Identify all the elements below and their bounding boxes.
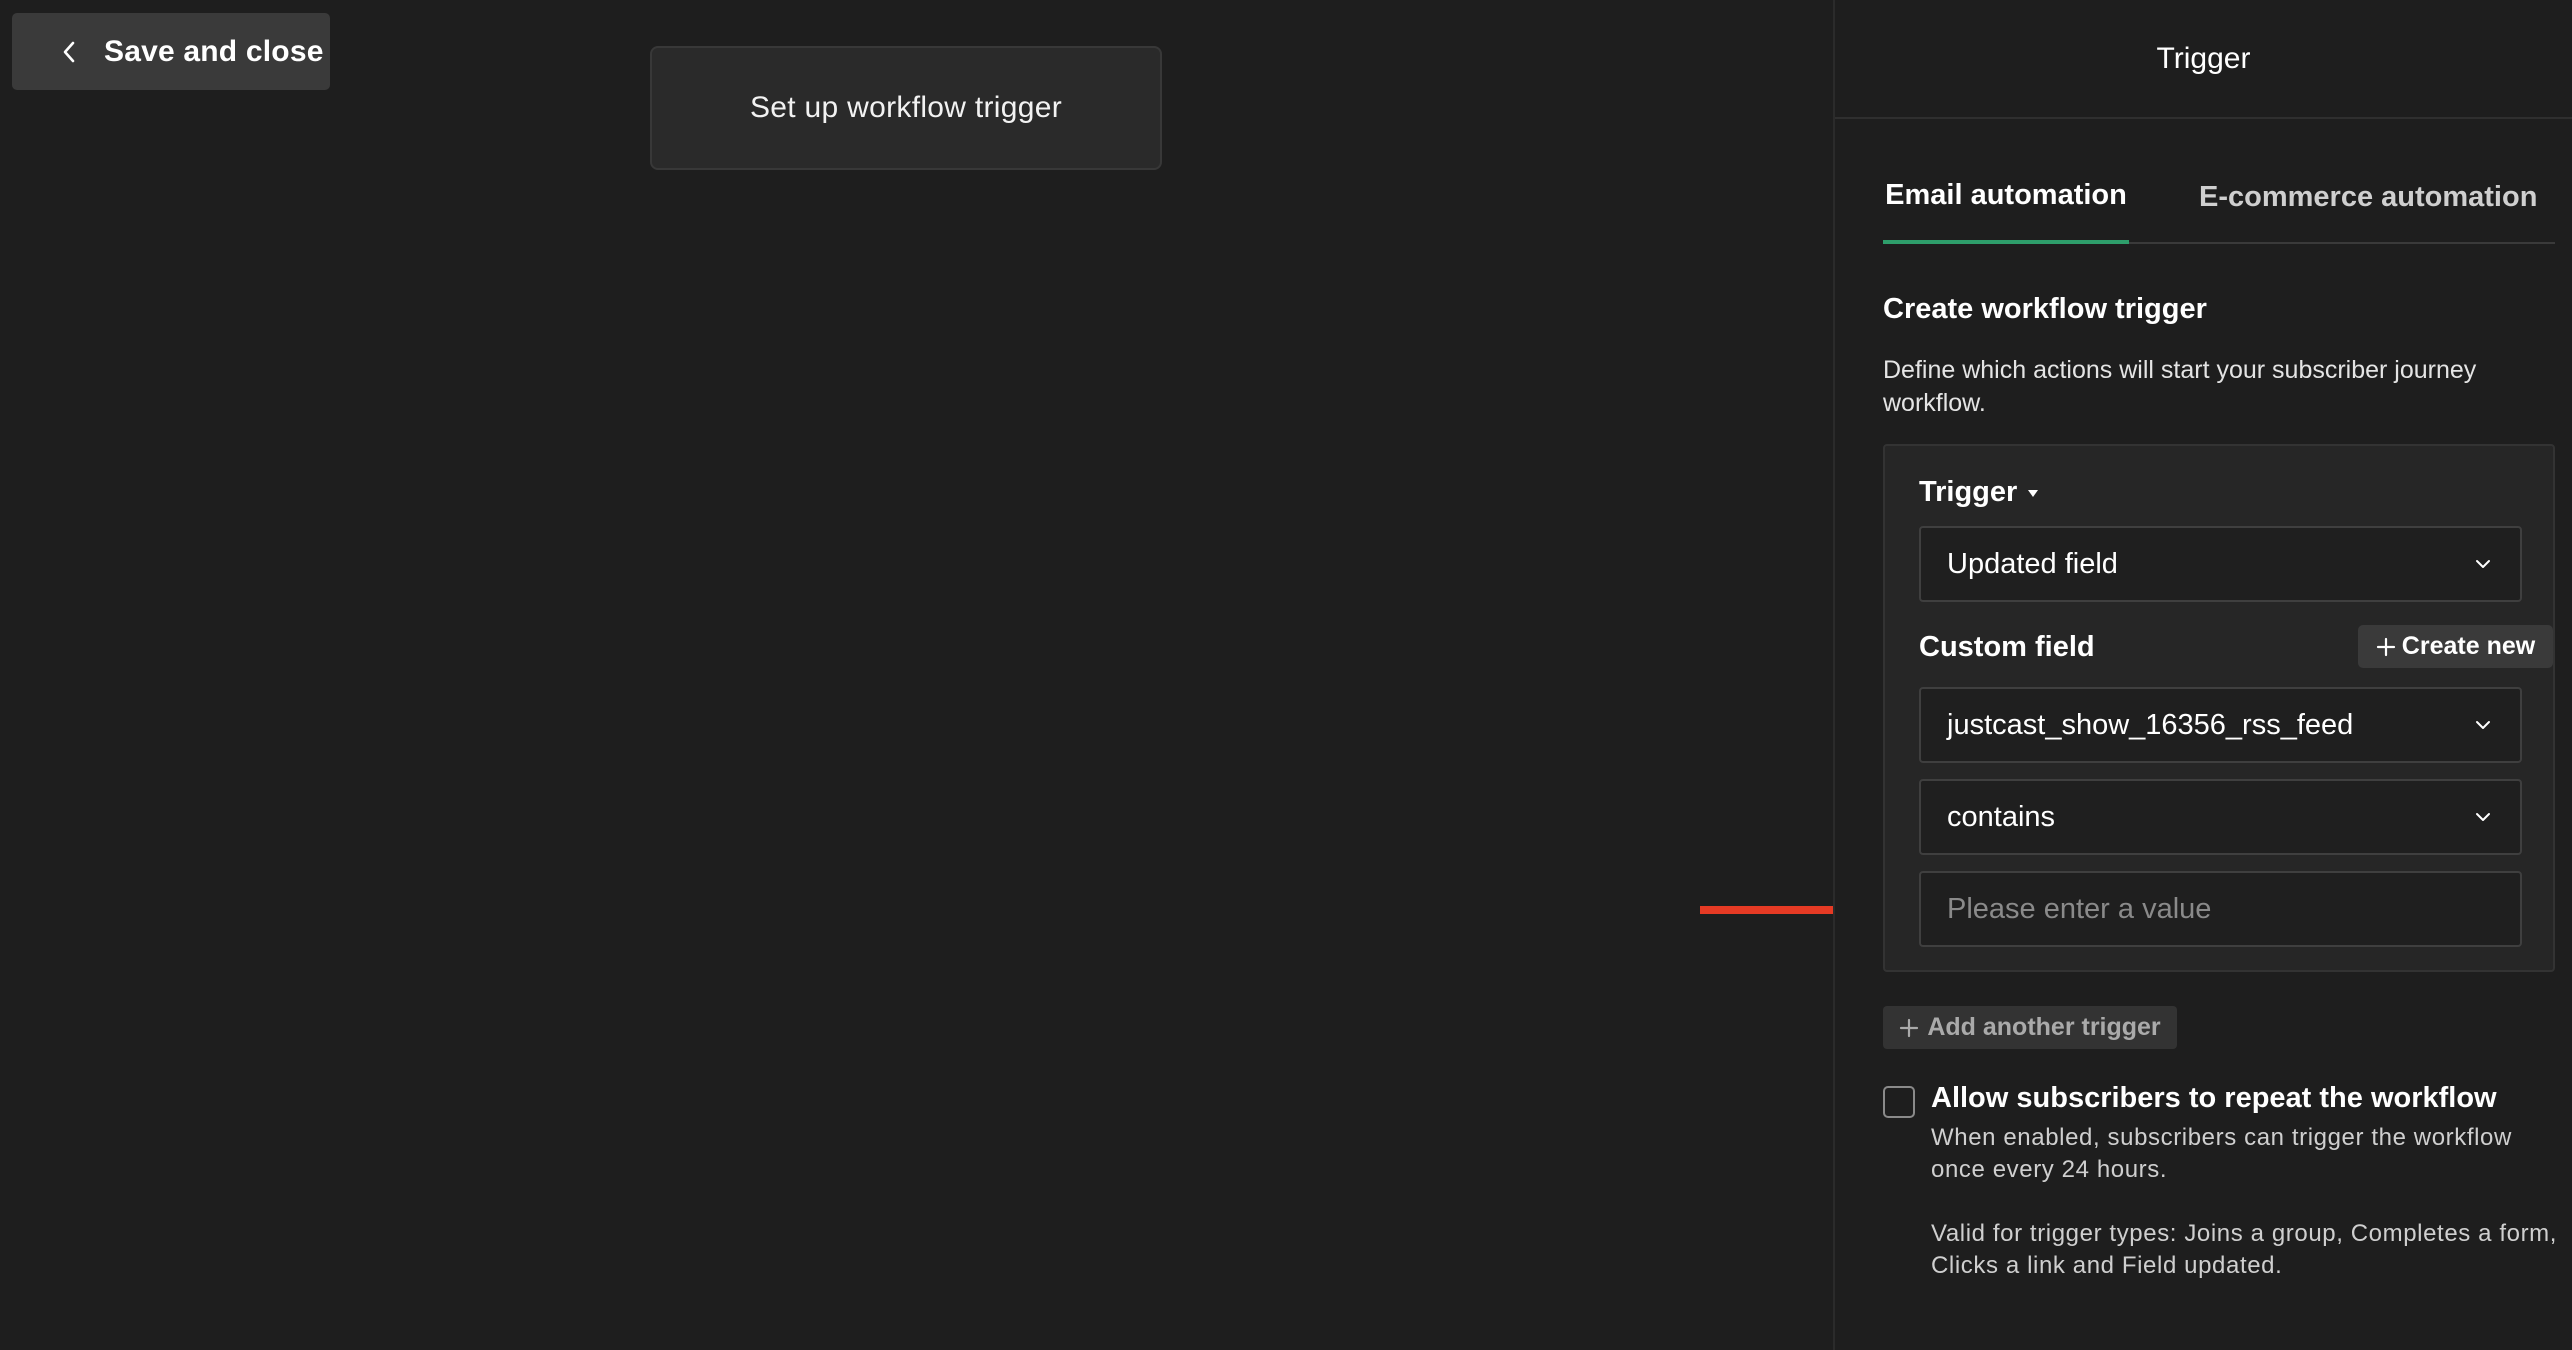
save-and-close-label: Save and close [104, 34, 324, 68]
value-input[interactable]: Please enter a value [1919, 871, 2522, 947]
repeat-workflow-description: When enabled, subscribers can trigger th… [1931, 1124, 2512, 1183]
chevron-down-icon [2476, 813, 2490, 821]
workflow-canvas: Save and close Set up workflow trigger [0, 0, 1910, 1350]
trigger-card: Trigger Updated field Custom field Creat… [1883, 444, 2555, 972]
custom-field-select[interactable]: justcast_show_16356_rss_feed [1919, 687, 2522, 763]
chevron-down-icon [2476, 721, 2490, 729]
repeat-workflow-note: Valid for trigger types: Joins a group, … [1931, 1220, 2558, 1279]
section-description: Define which actions will start your sub… [1883, 356, 2477, 417]
caret-down-icon [2028, 489, 2039, 497]
tab-email-automation[interactable]: Email automation [1883, 150, 2129, 244]
trigger-label: Trigger [1919, 476, 2018, 508]
chevron-left-icon [54, 37, 84, 67]
repeat-workflow-title: Allow subscribers to repeat the workflow [1931, 1082, 2497, 1114]
custom-field-value: justcast_show_16356_rss_feed [1947, 708, 2354, 741]
plus-icon [1900, 1018, 1919, 1037]
automation-tabs: Email automation E-commerce automation [1883, 150, 2555, 244]
trigger-select-value: Updated field [1947, 547, 2118, 580]
custom-field-label: Custom field [1919, 631, 2095, 663]
panel-header: Trigger [1835, 0, 2572, 119]
chevron-down-icon [2476, 560, 2490, 568]
create-new-label: Create new [2401, 632, 2536, 660]
trigger-panel: Trigger Email automation E-commerce auto… [1833, 0, 2572, 1350]
section-title: Create workflow trigger [1883, 293, 2207, 325]
trigger-node-label: Set up workflow trigger [749, 91, 1063, 124]
repeat-workflow-checkbox[interactable] [1883, 1086, 1915, 1118]
plus-icon [2376, 637, 2395, 656]
add-another-trigger-label: Add another trigger [1927, 1013, 2161, 1041]
create-new-button[interactable]: Create new [2358, 625, 2553, 668]
panel-title: Trigger [2156, 41, 2251, 75]
add-another-trigger-button[interactable]: Add another trigger [1883, 1006, 2177, 1049]
save-and-close-button[interactable]: Save and close [12, 13, 330, 90]
tab-ecommerce-automation[interactable]: E-commerce automation [2199, 150, 2537, 244]
trigger-select[interactable]: Updated field [1919, 526, 2522, 602]
operator-value: contains [1947, 800, 2056, 833]
operator-select[interactable]: contains [1919, 779, 2522, 855]
workflow-trigger-node[interactable]: Set up workflow trigger [650, 46, 1162, 170]
trigger-type-toggle[interactable]: Trigger [1919, 476, 2039, 509]
value-input-placeholder: Please enter a value [1947, 892, 2212, 925]
